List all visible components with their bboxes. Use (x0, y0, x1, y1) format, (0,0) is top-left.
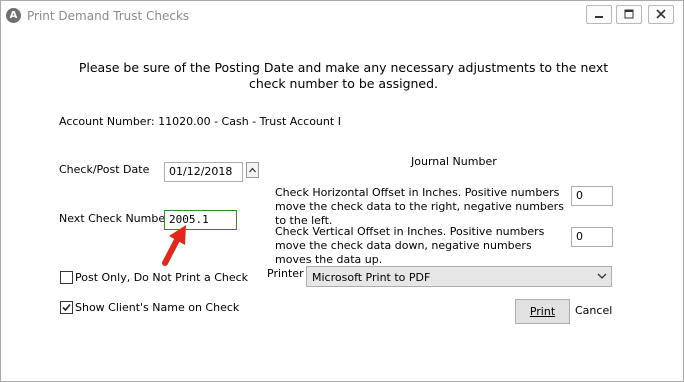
app-logo-icon: A (6, 8, 21, 23)
cancel-button[interactable]: Cancel (575, 304, 613, 320)
callout-arrow-icon (162, 225, 186, 266)
check-post-date-label: Check/Post Date (59, 163, 150, 176)
check-post-date-field[interactable]: 01/12/2018 (164, 162, 243, 182)
show-client-name-checkbox[interactable] (60, 301, 73, 314)
header-message: Please be sure of the Posting Date and m… (78, 60, 609, 91)
post-only-checkbox[interactable] (60, 271, 73, 284)
checkmark-icon (62, 303, 71, 312)
cancel-button-label: Cancel (575, 304, 613, 317)
printer-label: Printer (267, 267, 304, 280)
close-button[interactable] (648, 5, 674, 24)
vertical-offset-field[interactable]: 0 (571, 227, 613, 247)
minimize-icon (595, 16, 603, 18)
maximize-icon (624, 9, 634, 19)
date-picker-button[interactable] (246, 162, 259, 178)
minimize-button[interactable] (586, 5, 612, 24)
show-client-name-label[interactable]: Show Client's Name on Check (75, 301, 239, 314)
post-only-label[interactable]: Post Only, Do Not Print a Check (75, 271, 248, 284)
horizontal-offset-field[interactable]: 0 (571, 186, 613, 206)
print-button-label: Print (529, 305, 556, 318)
vertical-offset-label: Check Vertical Offset in Inches. Positiv… (275, 225, 545, 266)
print-demand-trust-checks-dialog: A Print Demand Trust Checks Please be su… (0, 0, 684, 382)
title-bar[interactable]: A Print Demand Trust Checks (1, 1, 683, 31)
printer-selected-value: Microsoft Print to PDF (312, 271, 431, 284)
chevron-down-icon (597, 273, 607, 279)
printer-select[interactable]: Microsoft Print to PDF (306, 266, 612, 287)
close-icon (656, 9, 666, 19)
maximize-button[interactable] (616, 5, 642, 24)
chevron-up-icon (249, 167, 256, 173)
horizontal-offset-label: Check Horizontal Offset in Inches. Posit… (275, 186, 564, 227)
print-button[interactable]: Print (515, 299, 570, 324)
journal-number-label: Journal Number (411, 155, 497, 168)
window-title: Print Demand Trust Checks (27, 9, 190, 23)
account-number-label: Account Number: 11020.00 - Cash - Trust … (59, 115, 341, 128)
